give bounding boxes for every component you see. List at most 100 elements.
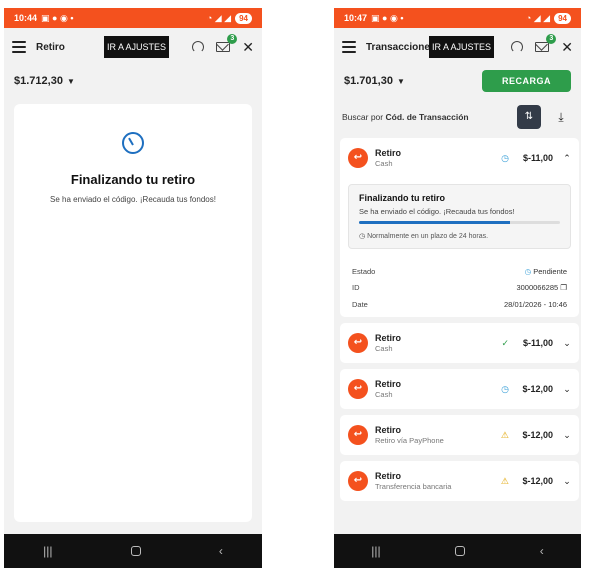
completed-check-icon: ✓ xyxy=(501,337,509,348)
estado-row: Estado ◷ Pendiente xyxy=(340,263,579,279)
progress-fill xyxy=(359,221,510,224)
page-title: Retiro xyxy=(36,41,65,53)
detail-title: Finalizando tu retiro xyxy=(359,193,446,203)
withdraw-icon: ↩ xyxy=(348,333,368,353)
progress-bar xyxy=(359,221,560,224)
time-note: ◷ Normalmente en un plazo de 24 horas. xyxy=(359,232,560,240)
estado-value: Pendiente xyxy=(533,266,567,276)
date-value: 28/01/2026 - 10:46 xyxy=(504,299,567,309)
transaction-header[interactable]: ↩ Retiro Cash ◷ $-11,00 ⌃ xyxy=(340,138,579,178)
pending-clock-icon: ◷ xyxy=(524,266,532,276)
status-bar: 10:47 ▣ ● ◉ • ◔ ◢ ◢ 94 xyxy=(334,8,581,28)
detail-message: Se ha enviado el código. ¡Recauda tus fo… xyxy=(359,207,515,216)
top-bar: Retiro IR A AJUSTES 3 ✕ xyxy=(4,28,262,66)
balance-value: $1.712,30 xyxy=(14,75,63,87)
pending-clock-icon: ◷ xyxy=(501,152,509,163)
id-label: ID xyxy=(352,282,360,292)
android-nav-bar: ||| ‹ xyxy=(4,534,262,568)
status-time: 10:47 xyxy=(344,13,368,23)
balance-selector[interactable]: $1.712,30 ▼ xyxy=(14,75,75,87)
chevron-up-icon[interactable]: ⌃ xyxy=(563,153,571,164)
tx-name: Retiro xyxy=(375,379,402,389)
withdraw-icon: ↩ xyxy=(348,379,368,399)
phone-left: 10:44 ▣ ● ◉ • ◔ ◢ ◢ 94 Retiro IR A AJUSTES… xyxy=(4,8,262,568)
status-time: 10:44 xyxy=(14,13,38,23)
tx-method: Cash xyxy=(375,390,393,399)
balance-row: $1.712,30 ▼ xyxy=(4,66,262,96)
transaction-card[interactable]: ↩ Retiro Transferencia bancaria ⚠ $-12,00… xyxy=(340,461,579,501)
close-icon[interactable]: ✕ xyxy=(242,40,254,54)
warning-icon: ⚠ xyxy=(500,429,509,440)
tx-method: Transferencia bancaria xyxy=(375,482,452,491)
close-icon[interactable]: ✕ xyxy=(561,40,573,54)
withdraw-icon: ↩ xyxy=(348,148,368,168)
download-icon[interactable]: ⤓ xyxy=(549,105,573,129)
chevron-down-icon[interactable]: ⌄ xyxy=(563,384,571,395)
recents-icon[interactable]: ||| xyxy=(43,544,52,558)
filter-icon[interactable]: ⇅ xyxy=(517,105,541,129)
search-prefix: Buscar por xyxy=(342,112,384,122)
phone-right: 10:47 ▣ ● ◉ • ◔ ◢ ◢ 94 Transacciones IR A … xyxy=(334,8,581,568)
back-icon[interactable]: ‹ xyxy=(219,544,223,558)
chevron-down-icon[interactable]: ⌄ xyxy=(563,430,571,441)
signal-icons: ◔ ◢ ◢ xyxy=(206,12,232,23)
android-nav-bar: ||| ‹ xyxy=(334,534,581,568)
withdraw-progress-box: Finalizando tu retiro Se ha enviado el c… xyxy=(348,184,571,249)
mail-badge: 3 xyxy=(546,34,557,44)
search-by-label[interactable]: Buscar por Cód. de Transacción xyxy=(342,112,469,122)
date-row: Date 28/01/2026 - 10:46 xyxy=(340,295,579,317)
mail-icon xyxy=(216,42,231,52)
menu-icon[interactable] xyxy=(12,41,26,53)
top-bar: Transacciones IR A AJUSTES 3 ✕ xyxy=(334,28,581,66)
withdraw-status-card: Finalizando tu retiro Se ha enviado el c… xyxy=(14,104,252,522)
battery-indicator: 94 xyxy=(554,12,571,24)
mail-badge: 3 xyxy=(227,34,238,44)
tx-amount: $-12,00 xyxy=(522,476,553,486)
mail-button[interactable]: 3 xyxy=(535,34,557,52)
recents-icon[interactable]: ||| xyxy=(371,544,380,558)
caret-down-icon: ▼ xyxy=(66,77,75,86)
tx-name: Retiro xyxy=(375,471,402,481)
tx-name: Retiro xyxy=(375,148,402,158)
transaction-list: ↩ Retiro Cash ◷ $-11,00 ⌃ Finalizando tu … xyxy=(334,138,581,501)
tx-method: Cash xyxy=(375,344,393,353)
id-value: 3000066285 xyxy=(516,282,559,292)
back-icon[interactable]: ‹ xyxy=(540,544,544,558)
home-icon[interactable] xyxy=(455,546,466,556)
tx-amount: $-11,00 xyxy=(522,338,553,348)
recarga-button[interactable]: RECARGA xyxy=(481,70,571,92)
chevron-down-icon[interactable]: ⌄ xyxy=(563,338,571,349)
tx-amount: $-12,00 xyxy=(522,384,553,394)
home-icon[interactable] xyxy=(130,546,141,556)
tx-amount: $-11,00 xyxy=(522,153,553,163)
copy-icon[interactable]: ❐ xyxy=(560,283,567,292)
estado-label: Estado xyxy=(352,266,376,276)
tx-name: Retiro xyxy=(375,425,402,435)
balance-selector[interactable]: $1.701,30 ▼ xyxy=(344,75,405,87)
tx-method: Cash xyxy=(375,159,393,168)
caret-down-icon: ▼ xyxy=(396,77,405,86)
support-icon[interactable] xyxy=(192,41,205,53)
page-title: Transacciones xyxy=(366,41,436,53)
mail-button[interactable]: 3 xyxy=(216,34,238,52)
pending-clock-icon: ◷ xyxy=(501,383,509,394)
clock-icon xyxy=(122,132,144,154)
balance-value: $1.701,30 xyxy=(344,75,393,87)
balance-row: $1.701,30 ▼ RECARGA xyxy=(334,66,581,96)
transaction-card[interactable]: ↩ Retiro Cash ✓ $-11,00 ⌄ xyxy=(340,323,579,363)
withdraw-icon: ↩ xyxy=(348,425,368,445)
mail-icon xyxy=(535,42,550,52)
battery-indicator: 94 xyxy=(235,12,252,24)
transaction-card[interactable]: ↩ Retiro Retiro vía PayPhone ⚠ $-12,00 ⌄ xyxy=(340,415,579,455)
menu-icon[interactable] xyxy=(342,41,356,53)
transaction-card[interactable]: ↩ Retiro Cash ◷ $-12,00 ⌄ xyxy=(340,369,579,409)
withdraw-icon: ↩ xyxy=(348,471,368,491)
card-message: Se ha enviado el código. ¡Recauda tus fo… xyxy=(50,195,216,204)
ir-a-ajustes-button[interactable]: IR A AJUSTES xyxy=(104,36,170,58)
support-icon[interactable] xyxy=(511,41,524,53)
card-title: Finalizando tu retiro xyxy=(70,172,196,187)
ir-a-ajustes-button[interactable]: IR A AJUSTES xyxy=(429,36,495,58)
clock-icon: ◷ xyxy=(359,233,366,240)
transaction-card-expanded: ↩ Retiro Cash ◷ $-11,00 ⌃ Finalizando tu … xyxy=(340,138,579,317)
chevron-down-icon[interactable]: ⌄ xyxy=(563,476,571,487)
